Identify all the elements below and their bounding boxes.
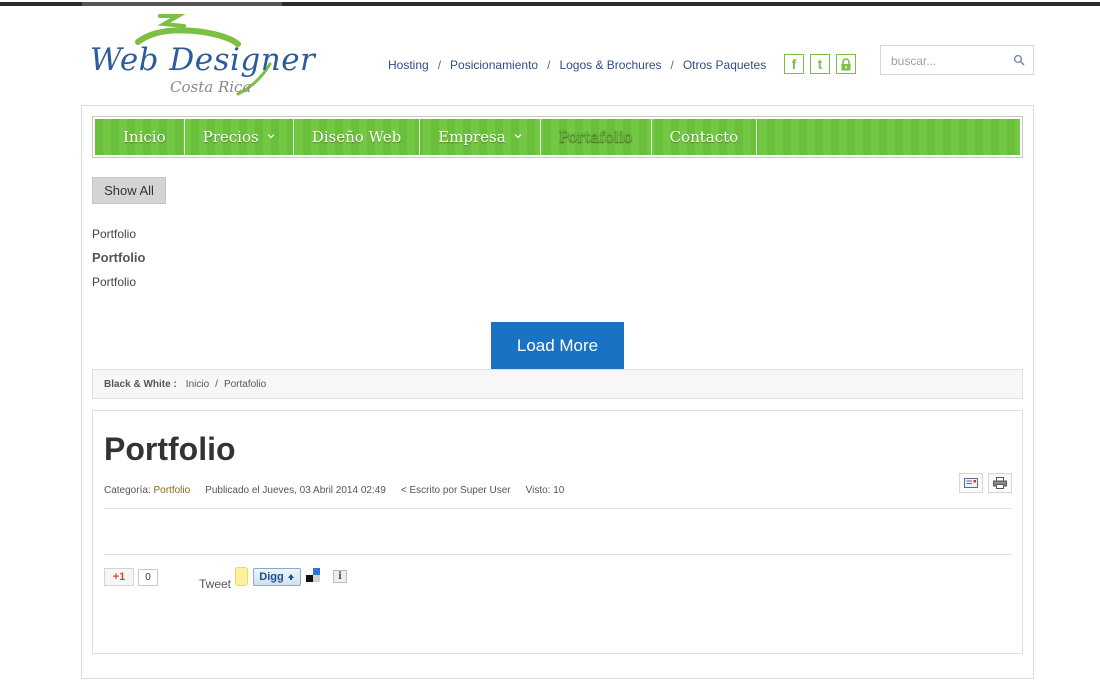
portfolio-item-category: Portfolio <box>92 275 137 289</box>
article-title: Portfolio <box>104 431 236 467</box>
digg-button[interactable]: Digg <box>253 568 301 586</box>
facebook-icon: f <box>791 56 797 72</box>
menu-label: Diseño Web <box>311 128 402 146</box>
search-box <box>880 45 1034 75</box>
breadcrumb-current: Portafolio <box>223 378 267 390</box>
arrow-up-icon <box>287 574 294 580</box>
breadcrumb: Black & White : Inicio / Portafolio <box>92 369 1023 399</box>
article-meta: Categoría: Portfolio Publicado el Jueves… <box>104 485 579 496</box>
google-plus-count: 0 <box>138 569 158 586</box>
menu-item-contacto[interactable]: Contacto <box>652 119 758 155</box>
logo-subtitle: Costa Rica <box>170 78 252 96</box>
article-published: Publicado el Jueves, 03 Abril 2014 02:49 <box>205 485 386 496</box>
bookmark-icon[interactable] <box>235 567 248 586</box>
search-icon[interactable] <box>1013 54 1025 66</box>
top-navigation: Hosting / Posicionamiento / Logos & Broc… <box>388 56 766 74</box>
article-category: Categoría: Portfolio <box>104 485 190 496</box>
divider <box>104 508 1012 509</box>
chevron-down-icon <box>514 134 522 139</box>
digg-label: Digg <box>259 571 284 583</box>
divider <box>104 554 1012 555</box>
menu-item-empresa[interactable]: Empresa <box>420 119 541 155</box>
facebook-button[interactable]: f <box>784 54 804 74</box>
show-all-button[interactable]: Show All <box>92 177 166 204</box>
tweet-button[interactable]: Tweet <box>199 577 231 591</box>
menu-label: Contacto <box>669 128 739 146</box>
breadcrumb-separator: / <box>215 378 218 390</box>
nav-separator: / <box>670 58 674 72</box>
load-more-button[interactable]: Load More <box>491 322 624 370</box>
google-plus-button[interactable]: +1 <box>104 568 134 586</box>
email-button[interactable] <box>959 473 983 493</box>
article-author: < Escrito por Super User <box>400 485 511 496</box>
top-border-highlight <box>82 2 282 6</box>
login-button[interactable] <box>836 54 856 74</box>
nav-link-hosting[interactable]: Hosting <box>388 58 429 72</box>
print-button[interactable] <box>988 473 1012 493</box>
email-icon <box>964 478 978 488</box>
delicious-icon[interactable] <box>306 568 320 582</box>
menu-label: Empresa <box>438 128 506 146</box>
portfolio-item-title[interactable]: Portfolio <box>92 250 145 265</box>
nav-separator: / <box>437 58 442 72</box>
browser-top-edge <box>0 0 1100 9</box>
search-input[interactable] <box>891 53 1006 69</box>
menu-item-portafolio[interactable]: Portafolio <box>541 119 652 155</box>
site-logo[interactable]: Web Designer Costa Rica <box>88 12 315 102</box>
category-label: Categoría: <box>104 485 151 496</box>
breadcrumb-label: Black & White : <box>104 378 177 390</box>
nav-link-posicionamiento[interactable]: Posicionamiento <box>450 58 538 72</box>
nav-link-otros-paquetes[interactable]: Otros Paquetes <box>683 58 766 72</box>
breadcrumb-home-link[interactable]: Inicio <box>186 379 209 390</box>
menu-label: Portafolio <box>558 128 633 146</box>
twitter-icon: t <box>817 56 823 72</box>
menu-item-precios[interactable]: Precios <box>185 119 294 155</box>
lock-icon <box>841 57 851 70</box>
print-icon <box>993 477 1007 489</box>
portfolio-filter-item[interactable]: Portfolio <box>92 227 136 241</box>
nav-separator: / <box>547 58 551 72</box>
menu-item-diseno-web[interactable]: Diseño Web <box>294 119 421 155</box>
main-menu: Inicio Precios Diseño Web Empresa Portaf… <box>92 116 1023 158</box>
menu-item-inicio[interactable]: Inicio <box>95 119 185 155</box>
info-icon[interactable]: i <box>333 570 347 583</box>
logo-text: Web Designer <box>90 42 316 78</box>
category-link[interactable]: Portfolio <box>153 485 190 496</box>
twitter-button[interactable]: t <box>810 54 830 74</box>
menu-label: Precios <box>202 128 259 146</box>
nav-link-logos-brochures[interactable]: Logos & Brochures <box>559 58 661 72</box>
menu-label: Inicio <box>123 128 166 146</box>
chevron-down-icon <box>267 134 275 139</box>
article-hits: Visto: 10 <box>525 485 565 496</box>
article: Portfolio Categoría: Portfolio Publicado… <box>92 410 1023 654</box>
